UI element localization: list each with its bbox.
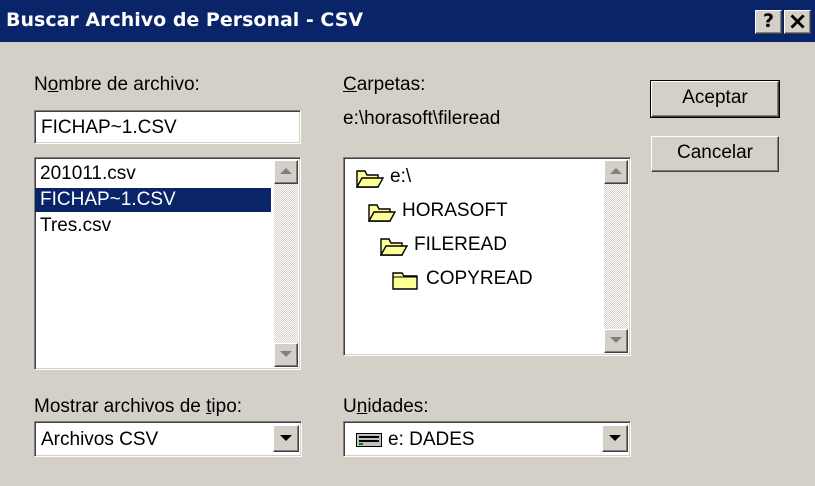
file-list-item[interactable]: 201011.csv xyxy=(35,162,271,186)
file-list-scrollbar[interactable] xyxy=(274,160,298,367)
window-title: Buscar Archivo de Personal - CSV xyxy=(6,9,364,31)
cancel-button[interactable]: Cancelar xyxy=(651,136,779,172)
arrow-up-icon xyxy=(280,168,292,174)
folders-label: Carpetas: xyxy=(343,74,426,95)
closed-folder-icon xyxy=(392,272,418,290)
scroll-up-button[interactable] xyxy=(604,160,628,184)
filename-label-text: Nombre de archivo: xyxy=(34,74,200,95)
drive-select[interactable]: e: DADES xyxy=(343,421,631,457)
scroll-down-button[interactable] xyxy=(274,343,298,367)
file-list[interactable]: 201011.csv FICHAP~1.CSV Tres.csv xyxy=(34,157,301,370)
arrow-down-icon xyxy=(610,337,622,343)
close-button[interactable]: × xyxy=(784,9,811,34)
drives-label: Unidades: xyxy=(343,396,429,417)
help-button[interactable]: ? xyxy=(755,10,782,34)
drive-value: e: DADES xyxy=(388,429,475,450)
folder-tree-scrollbar[interactable] xyxy=(604,160,628,353)
filename-input[interactable]: FICHAP~1.CSV xyxy=(34,110,301,144)
file-type-dropdown-button[interactable] xyxy=(273,425,299,452)
file-list-item[interactable]: Tres.csv xyxy=(35,214,271,238)
chevron-down-icon xyxy=(280,435,292,441)
file-type-value: Archivos CSV xyxy=(41,429,159,450)
file-list-item[interactable]: FICHAP~1.CSV xyxy=(35,188,271,212)
folder-name: FILEREAD xyxy=(414,234,507,255)
folder-tree[interactable]: e:\ HORASOFT FILEREAD COPYREAD xyxy=(343,157,631,356)
open-folder-icon xyxy=(368,204,396,222)
drive-dropdown-button[interactable] xyxy=(602,425,628,452)
file-type-select[interactable]: Archivos CSV xyxy=(34,421,302,457)
scroll-down-button[interactable] xyxy=(604,329,628,353)
open-folder-icon xyxy=(356,170,384,188)
filename-input-value[interactable]: FICHAP~1.CSV xyxy=(41,117,177,139)
drive-icon xyxy=(356,433,382,447)
open-folder-icon xyxy=(380,238,408,256)
current-path: e:\horasoft\fileread xyxy=(343,108,501,129)
folder-name: COPYREAD xyxy=(426,268,533,289)
folder-name: HORASOFT xyxy=(402,200,508,221)
filename-label: Nombre de archivo: xyxy=(34,74,200,96)
ok-button[interactable]: Aceptar xyxy=(650,80,780,118)
title-bar: Buscar Archivo de Personal - CSV ? × xyxy=(0,0,815,42)
arrow-down-icon xyxy=(280,351,292,357)
scroll-up-button[interactable] xyxy=(274,160,298,184)
chevron-down-icon xyxy=(609,435,621,441)
arrow-up-icon xyxy=(610,168,622,174)
folder-name: e:\ xyxy=(390,166,412,187)
file-type-label: Mostrar archivos de tipo: xyxy=(34,396,243,417)
